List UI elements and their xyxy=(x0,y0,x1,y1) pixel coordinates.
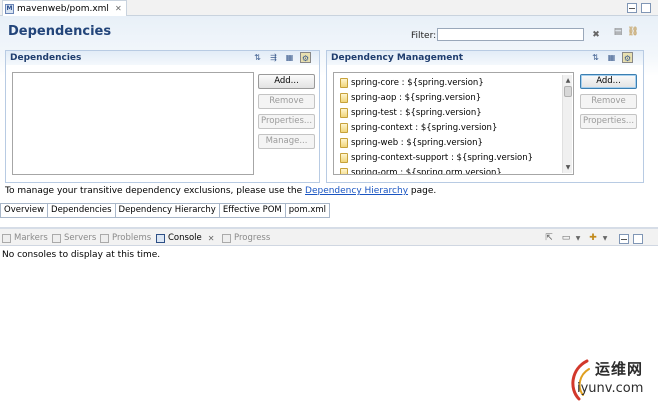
chevron-down-icon[interactable]: ▼ xyxy=(572,232,584,244)
maximize-icon[interactable] xyxy=(641,3,651,13)
chevron-down-icon[interactable]: ▼ xyxy=(599,232,611,244)
dependency-management-add-button[interactable]: Add... xyxy=(580,74,637,89)
jar-icon xyxy=(340,122,348,133)
editor-page-tabs: Overview Dependencies Dependency Hierarc… xyxy=(0,203,331,218)
dependencies-section-header: Dependencies ⇅ ⇶ ▦ ⚙ xyxy=(6,51,319,65)
list-item[interactable]: spring-test : ${spring.version} xyxy=(340,105,482,120)
display-console-icon[interactable]: ▭ xyxy=(560,232,572,244)
console-icon xyxy=(156,233,165,243)
group-icon[interactable]: ▦ xyxy=(284,52,295,63)
tab-dependency-hierarchy[interactable]: Dependency Hierarchy xyxy=(115,203,220,218)
dependency-label: spring-orm : ${spring.orm.version} xyxy=(351,167,502,175)
clear-filter-icon[interactable]: ✖ xyxy=(590,29,602,41)
tab-console-label: Console xyxy=(168,233,202,243)
minimize-icon[interactable] xyxy=(619,234,629,244)
progress-icon xyxy=(222,233,231,243)
list-item[interactable]: spring-aop : ${spring.version} xyxy=(340,90,481,105)
tab-overview[interactable]: Overview xyxy=(0,203,49,218)
tab-servers-label: Servers xyxy=(64,233,97,243)
jar-icon xyxy=(340,107,348,118)
servers-icon xyxy=(52,233,61,243)
dependencies-toolbar: ⇅ ⇶ ▦ ⚙ xyxy=(252,52,311,63)
tab-servers[interactable]: Servers xyxy=(52,232,96,244)
dependency-label: spring-aop : ${spring.version} xyxy=(351,92,482,103)
tab-problems-label: Problems xyxy=(112,233,152,243)
filter-toggle-icon[interactable]: ⚙ xyxy=(300,52,311,63)
filter-label: Filter: xyxy=(411,31,437,41)
markers-icon xyxy=(2,233,11,243)
list-item[interactable]: spring-orm : ${spring.orm.version} xyxy=(340,165,502,175)
dependency-management-properties-button[interactable]: Properties... xyxy=(580,114,637,129)
jar-icon xyxy=(340,92,348,103)
dependencies-properties-button[interactable]: Properties... xyxy=(258,114,315,129)
info-suffix: page. xyxy=(408,186,437,196)
dependencies-section-title: Dependencies xyxy=(10,53,82,63)
pin-console-icon[interactable]: ⇱ xyxy=(543,232,555,244)
open-console-icon[interactable]: ✚ xyxy=(587,232,599,244)
sort-icon[interactable]: ⇅ xyxy=(252,52,263,63)
dependency-label: spring-web : ${spring.version} xyxy=(351,137,483,148)
tab-markers-label: Markers xyxy=(14,233,48,243)
dependency-management-list[interactable]: spring-core : ${spring.version} spring-ao… xyxy=(333,72,574,175)
jar-icon xyxy=(340,152,348,163)
close-icon[interactable]: ✕ xyxy=(115,4,122,13)
watermark-text: 运维网 xyxy=(595,360,644,378)
tab-pom-xml[interactable]: pom.xml xyxy=(285,203,331,218)
filter-toggle-icon[interactable]: ⚙ xyxy=(622,52,633,63)
page-title: Dependencies xyxy=(8,24,112,39)
pom-source-icon[interactable]: ▤ xyxy=(612,26,624,38)
dependencies-manage-button[interactable]: Manage... xyxy=(258,134,315,149)
dependency-label: spring-context-support : ${spring.versio… xyxy=(351,152,534,163)
editor-tab-pom[interactable]: M mavenweb/pom.xml ✕ xyxy=(2,0,127,16)
dependency-management-remove-button[interactable]: Remove xyxy=(580,94,637,109)
tab-progress[interactable]: Progress xyxy=(222,232,270,244)
sort-icon[interactable]: ⇅ xyxy=(590,52,601,63)
tab-effective-pom[interactable]: Effective POM xyxy=(219,203,286,218)
maximize-icon[interactable] xyxy=(633,234,643,244)
list-item[interactable]: spring-context : ${spring.version} xyxy=(340,120,497,135)
dependency-label: spring-core : ${spring.version} xyxy=(351,77,484,88)
problems-icon xyxy=(100,233,109,243)
dependency-management-toolbar: ⇅ ▦ ⚙ xyxy=(590,52,633,63)
jar-icon xyxy=(340,167,348,174)
filter-input[interactable] xyxy=(437,28,584,41)
dependencies-add-button[interactable]: Add... xyxy=(258,74,315,89)
tab-markers[interactable]: Markers xyxy=(2,232,48,244)
tab-dependencies[interactable]: Dependencies xyxy=(48,203,116,218)
dependency-label: spring-context : ${spring.version} xyxy=(351,122,498,133)
scroll-down-icon[interactable]: ▼ xyxy=(563,163,573,172)
exclusions-info: To manage your transitive dependency exc… xyxy=(5,186,436,196)
console-empty-message: No consoles to display at this time. xyxy=(2,250,161,260)
jar-icon xyxy=(340,137,348,148)
hierarchy-icon[interactable]: ⇶ xyxy=(268,52,279,63)
group-icon[interactable]: ▦ xyxy=(606,52,617,63)
scroll-up-icon[interactable]: ▲ xyxy=(563,76,573,85)
dependency-management-scrollbar[interactable]: ▲ ▼ xyxy=(562,75,572,173)
tab-console[interactable]: Console ✕ xyxy=(156,232,214,244)
dependencies-remove-button[interactable]: Remove xyxy=(258,94,315,109)
close-icon[interactable]: ✕ xyxy=(208,234,215,243)
dependency-management-header: Dependency Management ⇅ ▦ ⚙ xyxy=(327,51,643,65)
watermark-url: iyunv.com xyxy=(577,381,644,396)
tab-problems[interactable]: Problems xyxy=(100,232,151,244)
list-item[interactable]: spring-context-support : ${spring.versio… xyxy=(340,150,533,165)
list-item[interactable]: spring-core : ${spring.version} xyxy=(340,75,484,90)
link-icon[interactable]: ⛓ xyxy=(627,26,639,38)
jar-icon xyxy=(340,77,348,88)
editor-tab-title: mavenweb/pom.xml xyxy=(17,3,109,14)
dependency-label: spring-test : ${spring.version} xyxy=(351,107,482,118)
dependencies-list[interactable] xyxy=(12,72,254,175)
minimize-icon[interactable] xyxy=(627,3,637,13)
tab-progress-label: Progress xyxy=(234,233,271,243)
dependency-management-title: Dependency Management xyxy=(331,53,464,63)
dependency-hierarchy-link[interactable]: Dependency Hierarchy xyxy=(305,186,408,196)
maven-pom-icon: M xyxy=(5,3,14,14)
scroll-thumb[interactable] xyxy=(564,86,572,97)
info-prefix: To manage your transitive dependency exc… xyxy=(5,186,306,196)
list-item[interactable]: spring-web : ${spring.version} xyxy=(340,135,483,150)
